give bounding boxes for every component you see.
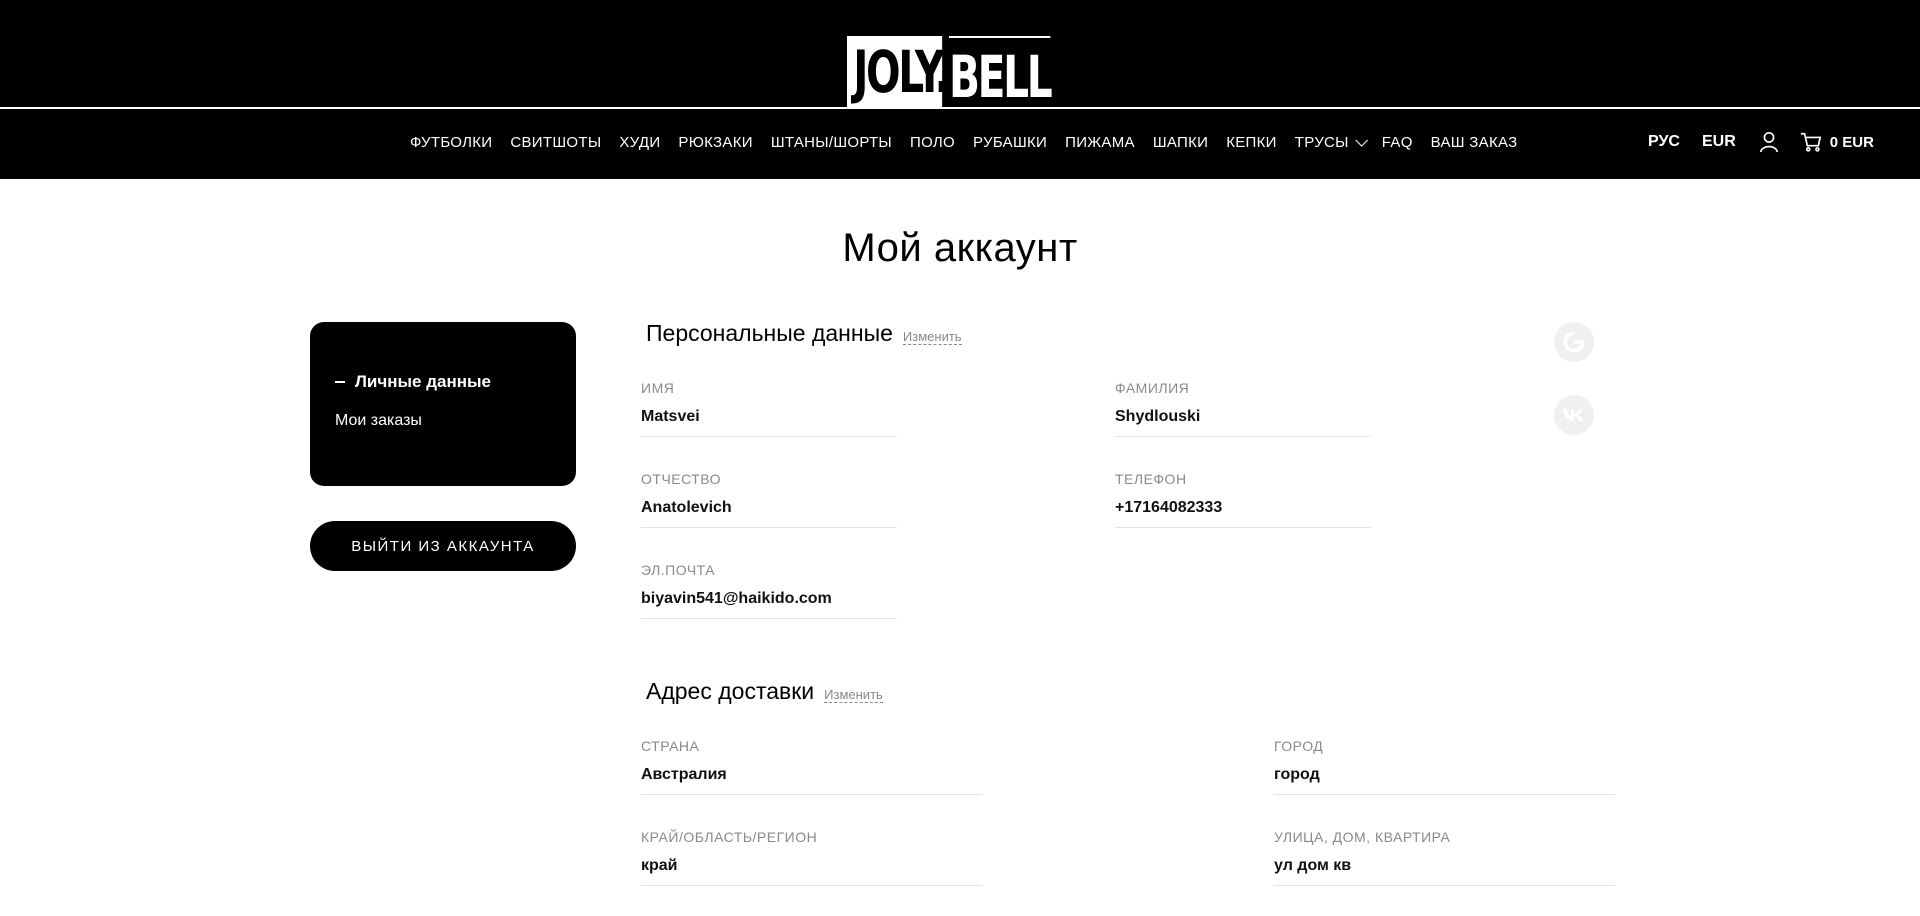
header-divider: [0, 107, 1920, 109]
nav-item-underwear[interactable]: Трусы: [1294, 134, 1368, 151]
header-utilities: РУС EUR 0 EUR: [1648, 131, 1874, 153]
logo-right: BELL: [949, 36, 1053, 111]
account-sidebar: Личные данные Мои заказы: [310, 322, 576, 486]
site-header: JOLY. BELL Футболки Свитшоты Худи Рюкзак…: [0, 0, 1920, 179]
email-label: ЭЛ.ПОЧТА: [641, 562, 716, 578]
first-name-label: ИМЯ: [641, 380, 675, 396]
nav-item-pants[interactable]: Штаны/шорты: [771, 134, 892, 151]
country-value: Австралия: [641, 766, 982, 795]
city-value: город: [1274, 766, 1615, 795]
site-logo[interactable]: JOLY. BELL: [847, 36, 1079, 111]
nav-item-pajamas[interactable]: Пижама: [1065, 134, 1135, 151]
nav-item-underwear-label: Трусы: [1294, 134, 1349, 151]
nav-item-hoodies[interactable]: Худи: [619, 134, 660, 151]
nav-item-tshirts[interactable]: Футболки: [410, 134, 492, 151]
sidebar-item-my-orders[interactable]: Мои заказы: [335, 412, 576, 430]
personal-data-heading: Персональные данные Изменить: [646, 320, 962, 347]
nav-item-polo[interactable]: Поло: [910, 134, 955, 151]
sidebar-item-personal-data-label: Личные данные: [355, 372, 491, 391]
patronymic-field: ОТЧЕСТВО Anatolevich: [641, 471, 897, 528]
city-label: ГОРОД: [1274, 738, 1324, 754]
nav-item-caps[interactable]: Кепки: [1226, 134, 1277, 151]
patronymic-value: Anatolevich: [641, 499, 897, 528]
user-icon[interactable]: [1758, 131, 1780, 153]
region-label: КРАЙ/ОБЛАСТЬ/РЕГИОН: [641, 829, 818, 845]
logo-left: JOLY.: [847, 36, 950, 108]
email-value: biyavin541@haikido.com: [641, 590, 897, 619]
first-name-value: Matsvei: [641, 408, 897, 437]
nav-item-your-order[interactable]: Ваш заказ: [1431, 134, 1518, 151]
nav-item-backpacks[interactable]: Рюкзаки: [678, 134, 752, 151]
email-field: ЭЛ.ПОЧТА biyavin541@haikido.com: [641, 562, 897, 619]
nav-item-shirts[interactable]: Рубашки: [973, 134, 1047, 151]
page-title: Мой аккаунт: [842, 226, 1078, 270]
phone-value: +17164082333: [1115, 499, 1371, 528]
patronymic-label: ОТЧЕСТВО: [641, 471, 722, 487]
last-name-value: Shydlouski: [1115, 408, 1371, 437]
vk-icon: [1563, 409, 1584, 421]
phone-label: ТЕЛЕФОН: [1115, 471, 1187, 487]
last-name-label: ФАМИЛИЯ: [1115, 380, 1190, 396]
logout-button[interactable]: ВЫЙТИ ИЗ АККАУНТА: [310, 521, 576, 571]
cart-icon[interactable]: [1800, 131, 1822, 153]
last-name-field: ФАМИЛИЯ Shydlouski: [1115, 380, 1371, 437]
street-field: УЛИЦА, ДОМ, КВАРТИРА ул дом кв: [1274, 829, 1615, 886]
google-icon: [1563, 331, 1585, 353]
street-value: ул дом кв: [1274, 857, 1615, 886]
chevron-down-icon: [1355, 134, 1368, 147]
city-field: ГОРОД город: [1274, 738, 1615, 795]
google-login[interactable]: [1554, 322, 1594, 362]
street-label: УЛИЦА, ДОМ, КВАРТИРА: [1274, 829, 1451, 845]
currency-switcher[interactable]: EUR: [1702, 133, 1736, 151]
country-label: СТРАНА: [641, 738, 700, 754]
personal-data-title: Персональные данные: [646, 320, 893, 346]
nav-item-faq[interactable]: FAQ: [1382, 134, 1413, 151]
delivery-address-title: Адрес доставки: [646, 678, 815, 704]
address-edit-link[interactable]: Изменить: [824, 687, 883, 703]
nav-item-hats[interactable]: Шапки: [1153, 134, 1208, 151]
vk-login[interactable]: [1554, 395, 1594, 435]
delivery-address-heading: Адрес доставки Изменить: [646, 678, 883, 705]
nav-item-sweatshirts[interactable]: Свитшоты: [510, 134, 601, 151]
sidebar-item-personal-data[interactable]: Личные данные: [335, 372, 576, 392]
region-field: КРАЙ/ОБЛАСТЬ/РЕГИОН край: [641, 829, 982, 886]
first-name-field: ИМЯ Matsvei: [641, 380, 897, 437]
cart-total[interactable]: 0 EUR: [1830, 134, 1874, 151]
main-nav: Футболки Свитшоты Худи Рюкзаки Штаны/шор…: [410, 134, 1536, 151]
phone-field: ТЕЛЕФОН +17164082333: [1115, 471, 1371, 528]
language-switcher[interactable]: РУС: [1648, 133, 1680, 151]
personal-edit-link[interactable]: Изменить: [902, 329, 962, 345]
region-value: край: [641, 857, 982, 886]
country-field: СТРАНА Австралия: [641, 738, 982, 795]
active-dash-icon: [335, 381, 345, 383]
